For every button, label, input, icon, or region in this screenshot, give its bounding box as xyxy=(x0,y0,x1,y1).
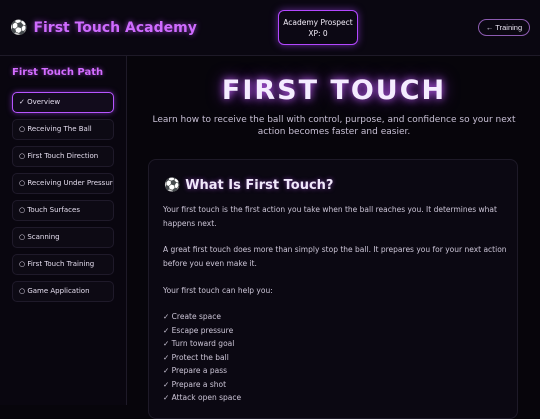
list-item: ✓ Attack open space xyxy=(163,393,242,402)
sidebar-item-first-touch-direction[interactable]: ○ First Touch Direction xyxy=(12,146,114,167)
top-header: ⚽ First Touch Academy Academy Prospect X… xyxy=(0,0,540,56)
list-item: ✓ Prepare a pass xyxy=(163,366,228,375)
list-item: ✓ Protect the ball xyxy=(163,352,229,362)
sidebar-item-receiving-the-ball[interactable]: ○ Receiving The Ball xyxy=(12,119,114,140)
back-to-training-button[interactable]: ← Training xyxy=(478,19,530,36)
player-rank: Academy Prospect xyxy=(283,18,353,27)
soccer-ball-icon: ⚽ xyxy=(10,20,28,36)
sidebar-item-first-touch-training[interactable]: ○ First Touch Training xyxy=(12,254,114,275)
intro-paragraph: Your first touch is the first action you… xyxy=(163,205,497,228)
soccer-ball-icon: ⚽ xyxy=(164,177,181,193)
benefits-lead: Your first touch can help you: xyxy=(163,286,273,295)
player-status-box: Academy Prospect XP: 0 xyxy=(278,10,358,45)
sidebar-item-receiving-under-pressure[interactable]: ○ Receiving Under Pressure xyxy=(12,173,114,194)
what-is-first-touch-card: ⚽ What Is First Touch? Your first touch … xyxy=(148,159,518,419)
detail-paragraph: A great first touch does more than simpl… xyxy=(163,245,507,268)
sidebar: First Touch Path ✓ Overview ○ Receiving … xyxy=(0,56,127,405)
sidebar-title: First Touch Path xyxy=(12,67,104,78)
sidebar-item-scanning[interactable]: ○ Scanning xyxy=(12,227,114,248)
card-heading: ⚽ What Is First Touch? xyxy=(164,175,333,195)
list-item: ✓ Escape pressure xyxy=(163,325,234,335)
page-subtitle: Learn how to receive the ball with contr… xyxy=(152,115,516,137)
benefits-list: ✓ Create space ✓ Escape pressure ✓ Turn … xyxy=(163,310,241,405)
page-title: FIRST TOUCH xyxy=(221,75,447,106)
list-item: ✓ Turn toward goal xyxy=(163,339,235,348)
brand[interactable]: ⚽ First Touch Academy xyxy=(10,18,197,38)
sidebar-item-overview[interactable]: ✓ Overview xyxy=(12,92,114,113)
brand-title: First Touch Academy xyxy=(33,20,197,36)
list-item: ✓ Prepare a shot xyxy=(163,379,227,389)
card-title: What Is First Touch? xyxy=(185,177,334,193)
sidebar-item-game-application[interactable]: ○ Game Application xyxy=(12,281,114,302)
list-item: ✓ Create space xyxy=(163,312,221,321)
xp-counter: XP: 0 xyxy=(308,29,328,38)
sidebar-item-touch-surfaces[interactable]: ○ Touch Surfaces xyxy=(12,200,114,221)
main-content: FIRST TOUCH Learn how to receive the bal… xyxy=(128,56,540,419)
